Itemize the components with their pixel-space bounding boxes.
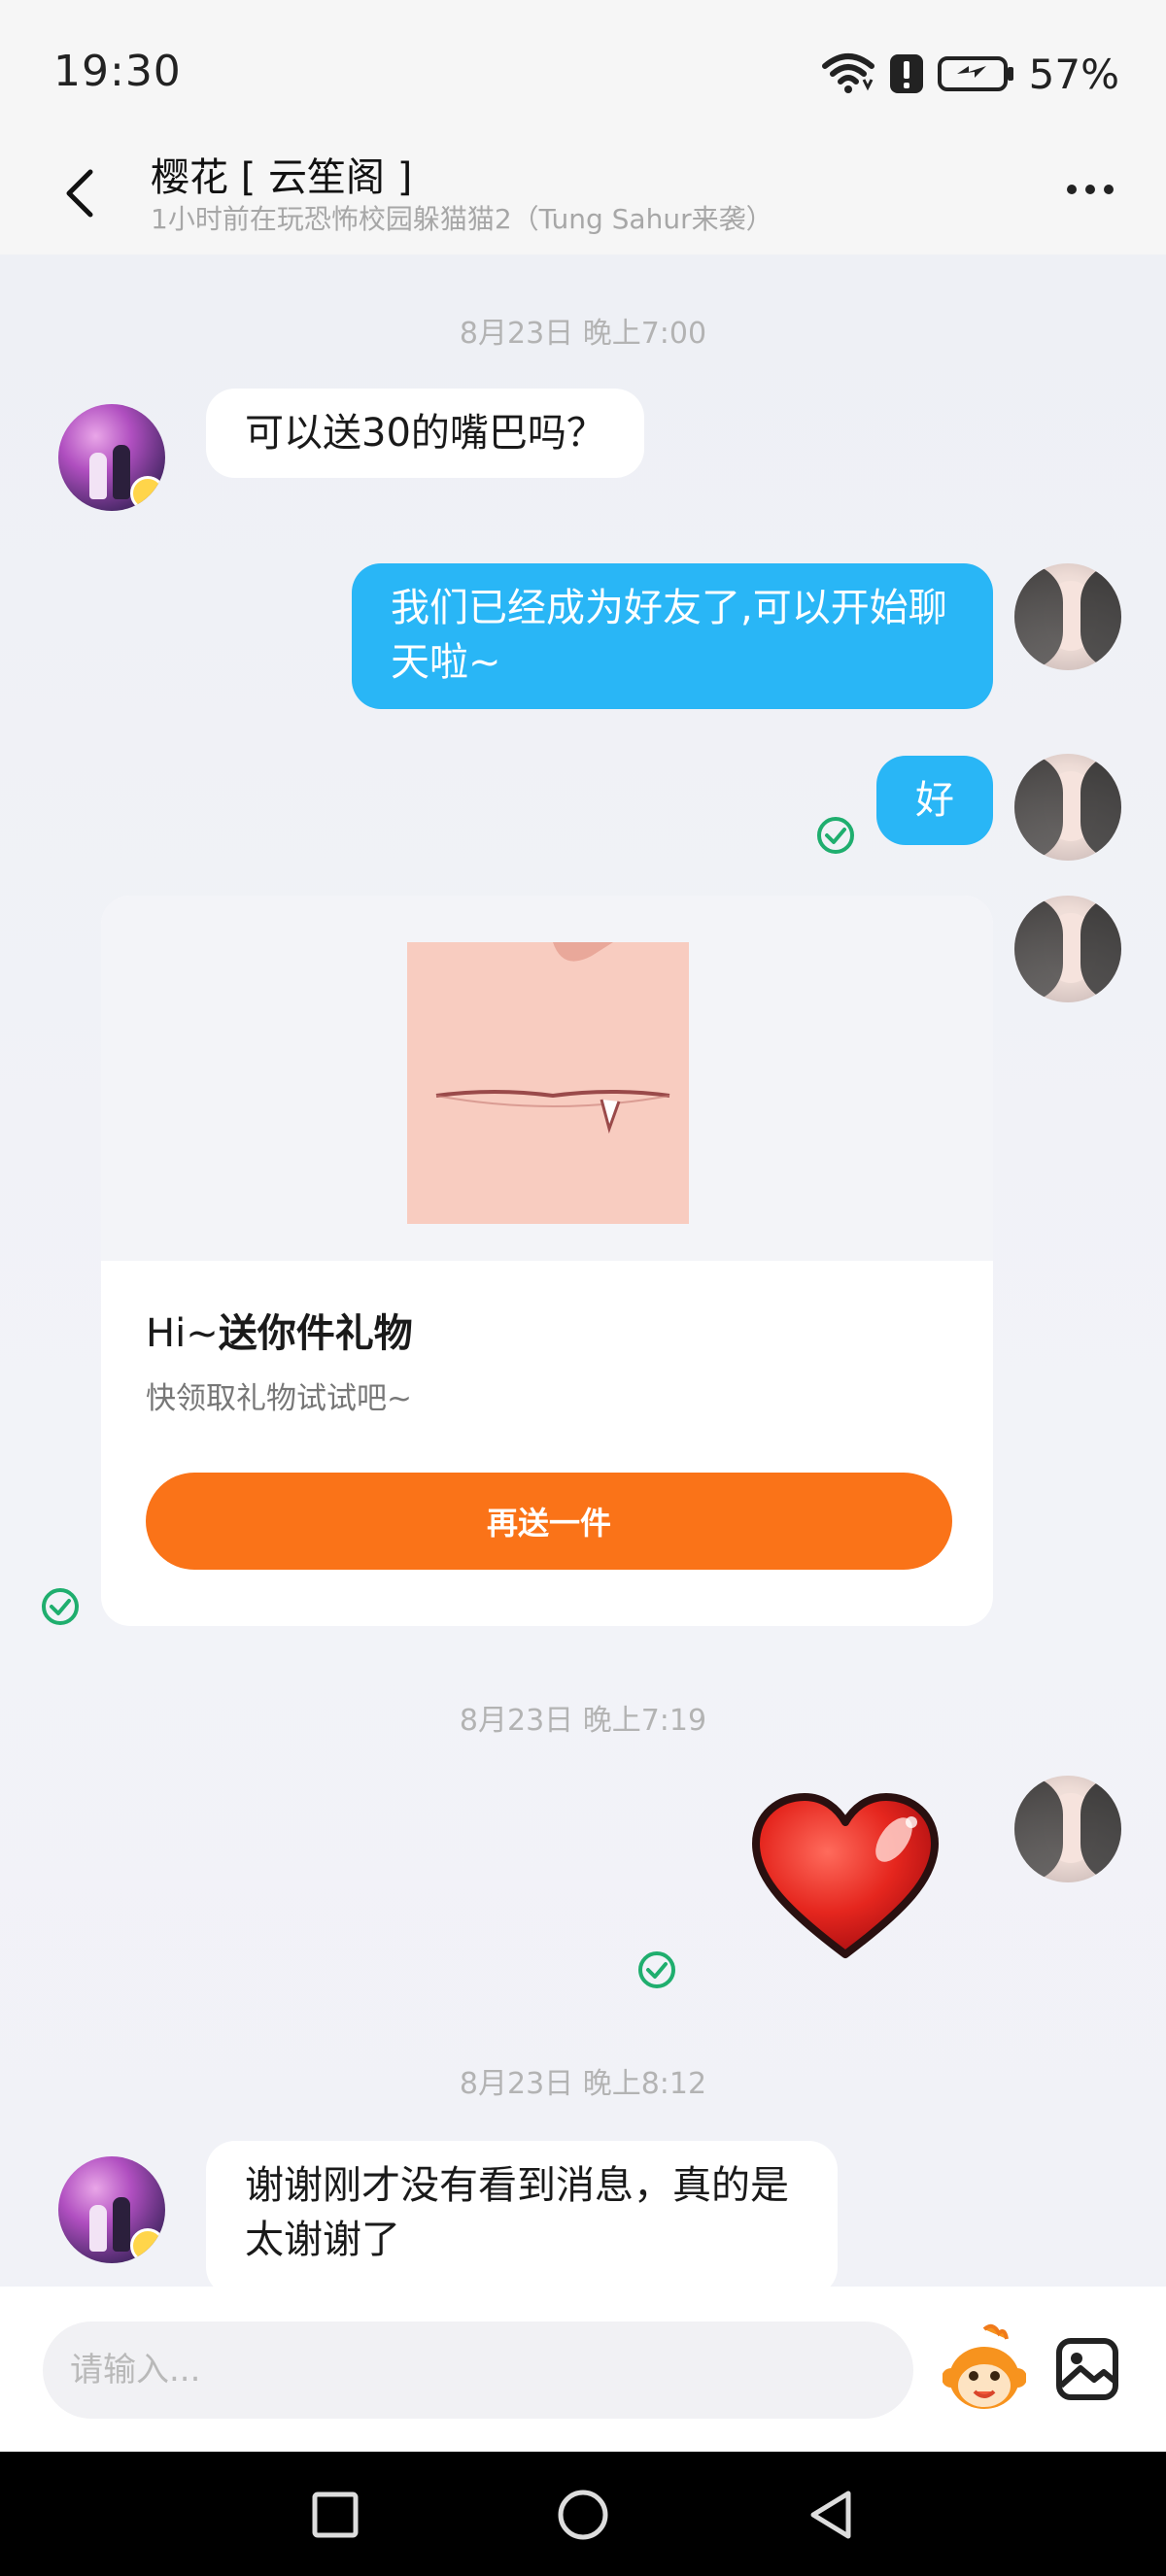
battery-percentage: 57% [1028, 50, 1119, 98]
contact-avatar[interactable] [58, 404, 165, 511]
gift-subtitle: 快领取礼物试试吧~ [146, 1381, 412, 1416]
circle-icon [558, 2490, 608, 2540]
status-time: 19:30 [53, 47, 182, 96]
incoming-message[interactable]: 谢谢刚才没有看到消息，真的是太谢谢了 [206, 2141, 838, 2287]
avatar-badge [130, 2228, 165, 2263]
gift-title: Hi~送你件礼物 [146, 1302, 413, 1358]
gift-title-bold: 送你件礼物 [218, 1311, 413, 1356]
mouth-gift-icon [407, 942, 689, 1224]
incoming-message[interactable]: 可以送30的嘴巴吗？ [206, 389, 644, 478]
image-picker-icon[interactable] [1055, 2337, 1119, 2401]
read-check-icon [817, 817, 854, 854]
square-icon [312, 2491, 359, 2538]
message-timestamp: 8月23日 晚上8:12 [459, 2067, 707, 2101]
user-avatar[interactable] [1014, 896, 1121, 1002]
status-icons: 57% [821, 47, 1119, 101]
outgoing-message[interactable]: 好 [876, 756, 993, 845]
recents-button[interactable] [301, 2481, 369, 2549]
status-bar: 19:30 57% [0, 0, 1166, 146]
more-horizontal-icon [1067, 185, 1077, 194]
read-check-icon [42, 1588, 79, 1625]
message-input[interactable] [43, 2322, 913, 2419]
gift-image-area [101, 896, 993, 1261]
user-avatar[interactable] [1014, 1776, 1121, 1882]
back-nav-button[interactable] [797, 2481, 865, 2549]
user-avatar[interactable] [1014, 754, 1121, 861]
read-check-icon [638, 1951, 675, 1988]
wifi-icon [821, 53, 874, 93]
message-input-bar [0, 2287, 1166, 2452]
chat-header: 樱花 [ 云笙阁 ] 1小时前在玩恐怖校园躲猫猫2（Tung Sahur来袭） [0, 146, 1166, 254]
contact-name[interactable]: 樱花 [ 云笙阁 ] [151, 146, 412, 202]
contact-avatar[interactable] [58, 2156, 165, 2263]
message-timestamp: 8月23日 晚上7:00 [459, 317, 707, 351]
emoji-monkey-icon[interactable] [943, 2323, 1026, 2417]
message-timestamp: 8月23日 晚上7:19 [459, 1704, 707, 1738]
alert-icon [889, 54, 923, 93]
chat-area[interactable]: 8月23日 晚上7:00 可以送30的嘴巴吗？ 我们已经成为好友了,可以开始聊天… [0, 254, 1166, 2287]
back-button[interactable] [51, 159, 109, 227]
battery-charging-icon [937, 56, 1013, 91]
user-avatar[interactable] [1014, 563, 1121, 670]
send-another-gift-button[interactable]: 再送一件 [146, 1473, 952, 1570]
home-button[interactable] [549, 2481, 617, 2549]
gift-image [407, 942, 689, 1224]
heart-sticker[interactable] [748, 1789, 943, 1964]
gift-title-prefix: Hi~ [146, 1311, 219, 1356]
avatar-badge [130, 476, 165, 511]
outgoing-message[interactable]: 我们已经成为好友了,可以开始聊天啦~ [352, 563, 993, 709]
gift-card[interactable]: Hi~送你件礼物 快领取礼物试试吧~ 再送一件 [101, 896, 993, 1626]
system-nav-bar [0, 2452, 1166, 2576]
contact-status: 1小时前在玩恐怖校园躲猫猫2（Tung Sahur来袭） [151, 203, 773, 235]
more-options-button[interactable] [1061, 165, 1119, 214]
triangle-back-icon [810, 2491, 851, 2539]
chevron-left-icon [66, 169, 93, 218]
